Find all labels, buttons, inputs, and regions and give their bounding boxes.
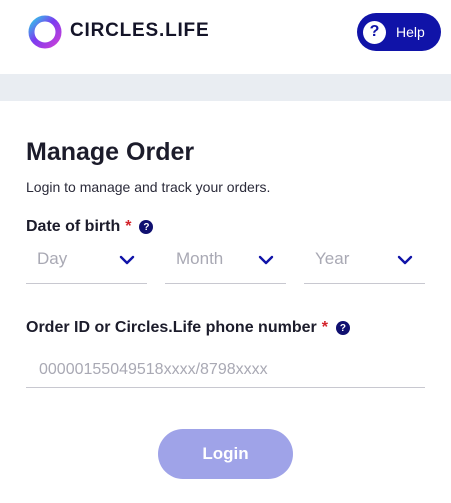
question-circle-icon: ? [363,20,386,44]
year-select[interactable]: Year [304,244,425,284]
info-icon[interactable]: ? [139,220,154,234]
login-button[interactable]: Login [158,429,293,479]
dob-label-text: Date of birth [26,218,121,235]
page-title: Manage Order [26,138,195,166]
month-select[interactable]: Month [165,244,286,284]
day-placeholder: Day [37,249,68,268]
chevron-down-icon [258,255,274,265]
order-label: Order ID or Circles.Life phone number * … [26,319,350,337]
page-subtitle: Login to manage and track your orders. [26,179,271,195]
chevron-down-icon [119,255,135,265]
site-header: CIRCLES.LIFE ? Help [0,0,451,74]
help-label: Help [396,24,425,40]
dob-label: Date of birth * ? [26,218,154,236]
help-button[interactable]: ? Help [357,13,441,51]
day-select[interactable]: Day [26,244,147,284]
brand-name[interactable]: CIRCLES.LIFE [70,20,209,42]
required-mark: * [125,218,132,235]
year-placeholder: Year [315,249,350,268]
order-id-input[interactable] [26,352,425,388]
header-divider-band [0,74,451,101]
info-icon[interactable]: ? [335,321,350,335]
chevron-down-icon [397,255,413,265]
circles-logo-icon[interactable] [27,14,63,50]
order-label-text: Order ID or Circles.Life phone number [26,319,317,336]
required-mark: * [321,319,328,336]
month-placeholder: Month [176,249,224,268]
